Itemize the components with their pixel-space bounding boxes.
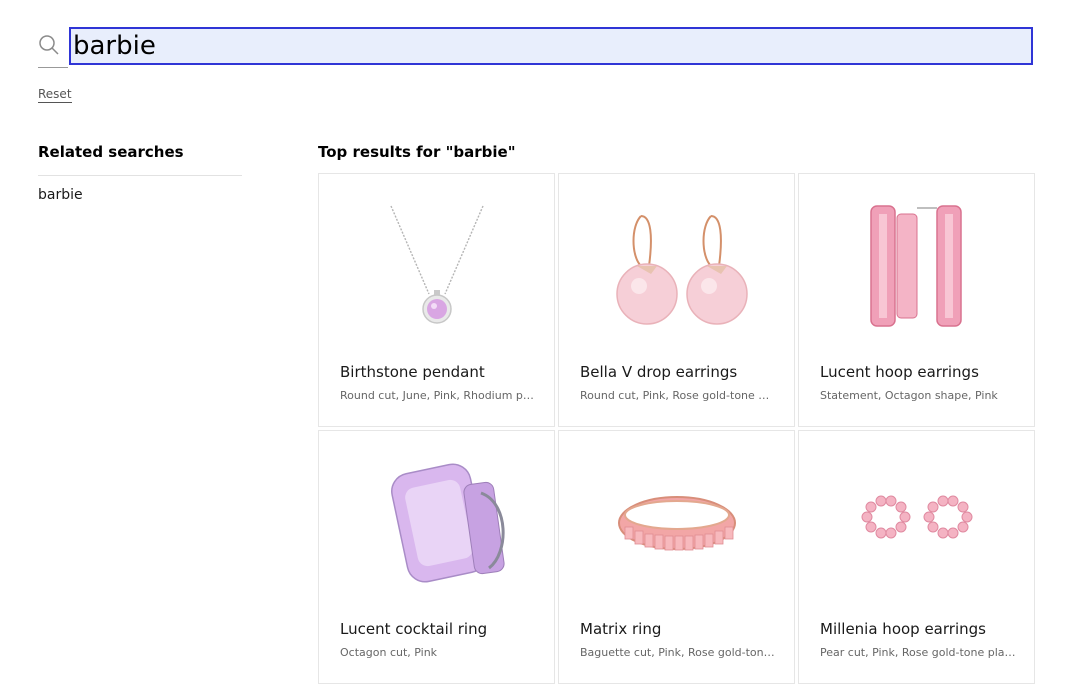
product-description: Pear cut, Pink, Rose gold-tone plated [820,646,1016,659]
search-row [38,26,1038,68]
product-card[interactable]: Lucent cocktail ring Octagon cut, Pink [318,430,555,684]
product-description: Octagon cut, Pink [340,646,438,659]
product-description: Statement, Octagon shape, Pink [820,389,998,402]
product-name: Lucent hoop earrings [820,363,979,381]
product-card[interactable]: Birthstone pendant Round cut, June, Pink… [318,173,555,427]
product-name: Birthstone pendant [340,363,485,381]
drop-earrings-image [616,215,748,325]
search-underline [38,67,68,68]
related-search-link[interactable]: barbie [38,187,83,203]
pear-hoop-earrings-image [861,495,973,539]
related-searches-title: Related searches [38,143,184,161]
search-icon[interactable] [38,34,60,56]
reset-link[interactable]: Reset [38,87,72,103]
results-title: Top results for "barbie" [318,143,516,161]
product-card[interactable]: Millenia hoop earrings Pear cut, Pink, R… [798,430,1035,684]
product-card[interactable]: Lucent hoop earrings Statement, Octagon … [798,173,1035,427]
product-name: Matrix ring [580,620,662,638]
product-name: Millenia hoop earrings [820,620,986,638]
hoop-earrings-image [870,205,962,327]
pendant-necklace-image [390,205,484,324]
product-grid: Birthstone pendant Round cut, June, Pink… [318,173,1036,684]
search-input[interactable] [69,27,1033,65]
product-description: Round cut, Pink, Rose gold-tone plated [580,389,776,402]
product-name: Lucent cocktail ring [340,620,488,638]
product-name: Bella V drop earrings [580,363,738,381]
cocktail-ring-image [391,463,505,583]
product-description: Baguette cut, Pink, Rose gold-tone plate… [580,646,776,659]
sidebar-divider [38,175,242,176]
eternity-ring-image [618,496,736,551]
product-description: Round cut, June, Pink, Rhodium plated [340,389,536,402]
product-card[interactable]: Matrix ring Baguette cut, Pink, Rose gol… [558,430,795,684]
product-card[interactable]: Bella V drop earrings Round cut, Pink, R… [558,173,795,427]
